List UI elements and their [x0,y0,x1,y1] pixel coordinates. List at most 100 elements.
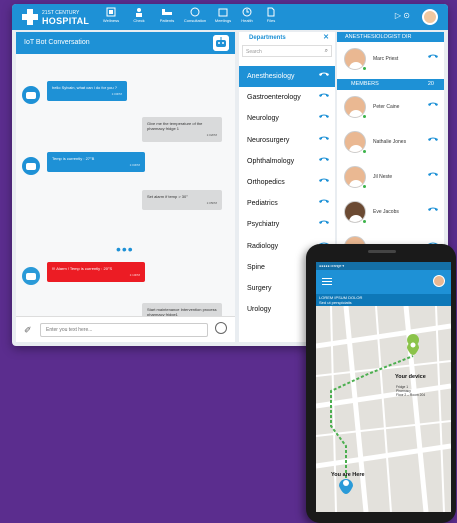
online-status-dot [362,184,367,189]
chat-title: IoT Bot Conversation [24,39,90,46]
hospital-cross-logo-icon [22,9,38,25]
person-name: Marc Priest [373,56,399,62]
bed-icon [162,9,172,15]
phone-icon[interactable] [319,72,329,80]
members-list: Peter Caine Nathalie Jones Jil Neste Eve Ja… [337,90,444,265]
nav-consultation[interactable]: Consultation [180,7,210,29]
chat-header: IoT Bot Conversation [16,32,235,54]
department-label: Surgery [247,284,272,292]
phone-title: LOREM IPSUM DOLOR Sed ut perspiciatis [316,294,451,306]
department-label: Radiology [247,242,279,250]
user-avatar[interactable] [422,9,438,25]
phone-icon[interactable] [428,137,438,145]
members-header: MEMBERS 20 [337,79,444,90]
close-icon[interactable]: ✕ [323,33,329,41]
phone-screen: ●●●●● orange ▾ LOREM IPSUM DOLOR Sed ut … [316,262,451,512]
person-name: Jil Neste [373,174,393,180]
online-status-dot [362,114,367,119]
chat-composer: ✐ [16,316,235,342]
phone-icon[interactable] [428,172,438,180]
calendar-icon [218,8,228,17]
department-label: Ophthalmology [247,157,295,165]
department-label: Neurology [247,115,279,123]
nav-wellness[interactable]: Wellness [96,7,126,29]
department-item[interactable]: Anesthesiology [239,66,335,88]
message-bubble: hello Sylvain, what can i do for you ? 1:… [47,81,127,101]
emoji-icon[interactable] [215,322,227,334]
department-label: Anesthesiology [247,73,295,80]
departments-title: Departments [249,35,286,41]
department-label: Psychiatry [247,221,280,229]
menu-icon[interactable] [322,278,332,285]
message-list: hello Sylvain, what can i do for you ? 1:… [16,54,235,328]
department-item[interactable]: Orthopedics [239,172,335,193]
member-card[interactable]: Peter Caine [337,90,444,125]
department-label: Pediatrics [247,200,278,208]
mobile-phone: ●●●●● orange ▾ LOREM IPSUM DOLOR Sed ut … [306,244,456,523]
message-bubble: Give me the temperature of the pharmacy … [142,117,222,142]
bot-avatar-icon [22,86,40,104]
phone-icon[interactable] [319,114,329,122]
phone-icon[interactable] [428,102,438,110]
department-label: Gastroenterology [247,94,301,102]
file-icon [267,7,275,17]
person-name: Peter Caine [373,104,400,110]
online-status-dot [362,219,367,224]
department-label: Spine [247,263,265,271]
phone-app-bar [316,270,451,294]
member-card[interactable]: Jil Neste [337,160,444,195]
phone-icon[interactable] [319,199,329,207]
department-label: Neurosurgery [247,136,290,144]
person-name: Nathalie Jones [373,139,407,145]
directory-title: ANESTHESIOLOGIST DIR [337,32,444,42]
member-card[interactable]: Eve Jacobs [337,195,444,230]
phone-icon[interactable] [319,136,329,144]
bot-avatar-icon [22,157,40,175]
doctor-icon [136,8,142,17]
you-are-here-label: You are Here [331,472,365,478]
department-item[interactable]: Ophthalmology [239,151,335,172]
bot-avatar-icon [22,267,40,285]
chat-panel: IoT Bot Conversation hello Sylvain, what… [16,32,235,342]
department-label: Orthopedics [247,178,285,186]
department-item[interactable]: Neurology [239,108,335,129]
department-item[interactable]: Psychiatry [239,214,335,235]
search-icon: ⌕ [324,48,328,54]
nav-check[interactable]: Check [124,7,154,29]
brand-main: HOSPITAL [42,16,90,26]
header-action-icons[interactable]: ▷ ⊙ [395,11,410,20]
phone-status-bar: ●●●●● orange ▾ [316,262,451,270]
department-search-input[interactable]: Search ⌕ [242,45,332,57]
phone-icon[interactable] [319,220,329,228]
avatar[interactable] [433,275,445,287]
clock-icon [242,7,252,17]
phone-icon[interactable] [319,178,329,186]
phone-icon[interactable] [428,54,438,62]
phone-icon[interactable] [428,207,438,215]
phone-icon[interactable] [319,93,329,101]
message-bubble: Set alarm if temp > 30° 1:05PM [142,190,222,210]
dashboard-icon [106,7,116,17]
robot-icon [213,35,229,51]
members-count: 20 [427,81,434,87]
member-card[interactable]: Nathalie Jones [337,125,444,160]
phone-icon[interactable] [319,157,329,165]
stethoscope-icon [190,7,200,17]
message-bubble: Temp is currently : 27°B 1:03PM [47,152,145,172]
department-item[interactable]: Gastroenterology [239,87,335,108]
typing-indicator: ••• [116,241,134,257]
map[interactable] [316,306,451,512]
department-item[interactable]: Neurosurgery [239,130,335,151]
message-input[interactable] [40,323,208,337]
nav-patients[interactable]: Patients [152,7,182,29]
online-status-dot [362,149,367,154]
department-item[interactable]: Pediatrics [239,193,335,214]
nav-files[interactable]: Files [256,7,286,29]
phone-speaker [368,250,396,253]
department-label: Urology [247,306,272,314]
head-person-card[interactable]: Marc Priest [337,42,444,77]
attachment-icon[interactable]: ✐ [24,325,32,336]
top-navbar: 21ST CENTURY HOSPITAL Wellness Check Pat… [12,4,448,30]
device-label: Your device [395,374,426,380]
brand: 21ST CENTURY HOSPITAL [42,9,90,26]
